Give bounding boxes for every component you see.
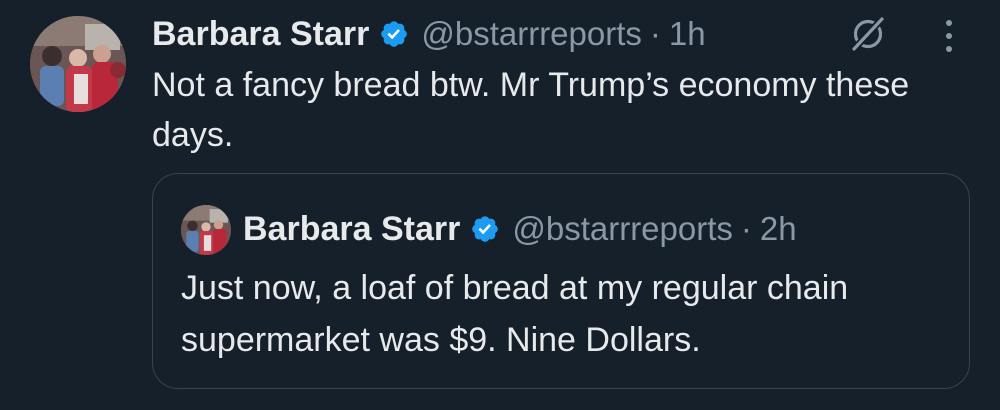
author-name[interactable]: Barbara Starr	[152, 15, 369, 54]
author-handle[interactable]: @bstarrreports	[421, 15, 642, 53]
quoted-avatar[interactable]	[181, 205, 231, 255]
quoted-author-handle[interactable]: @bstarrreports	[512, 210, 733, 248]
separator-dot: ·	[649, 15, 661, 52]
separator-dot: ·	[740, 210, 752, 247]
tweet[interactable]: Barbara Starr @bstarrreports · 1h Not a …	[0, 0, 1000, 410]
avatar-photo	[30, 16, 126, 112]
quoted-tweet[interactable]: Barbara Starr @bstarrreports · 2h Just n…	[152, 173, 970, 389]
avatar[interactable]	[30, 16, 126, 112]
verified-badge-icon	[379, 19, 409, 49]
quoted-tweet-text: Just now, a loaf of bread at my regular …	[181, 269, 849, 359]
tweet-header: Barbara Starr @bstarrreports · 1h	[152, 10, 706, 58]
timestamp[interactable]: 1h	[669, 15, 706, 53]
quoted-author-name[interactable]: Barbara Starr	[243, 210, 460, 249]
quoted-tweet-header: Barbara Starr @bstarrreports · 2h	[243, 204, 797, 254]
tweet-text: Not a fancy bread btw. Mr Trump’s econom…	[152, 66, 910, 154]
more-options-icon[interactable]	[934, 16, 964, 56]
quoted-timestamp[interactable]: 2h	[760, 210, 797, 248]
quoted-avatar-photo	[181, 205, 231, 255]
grok-icon[interactable]	[848, 14, 888, 54]
verified-badge-icon	[470, 214, 500, 244]
